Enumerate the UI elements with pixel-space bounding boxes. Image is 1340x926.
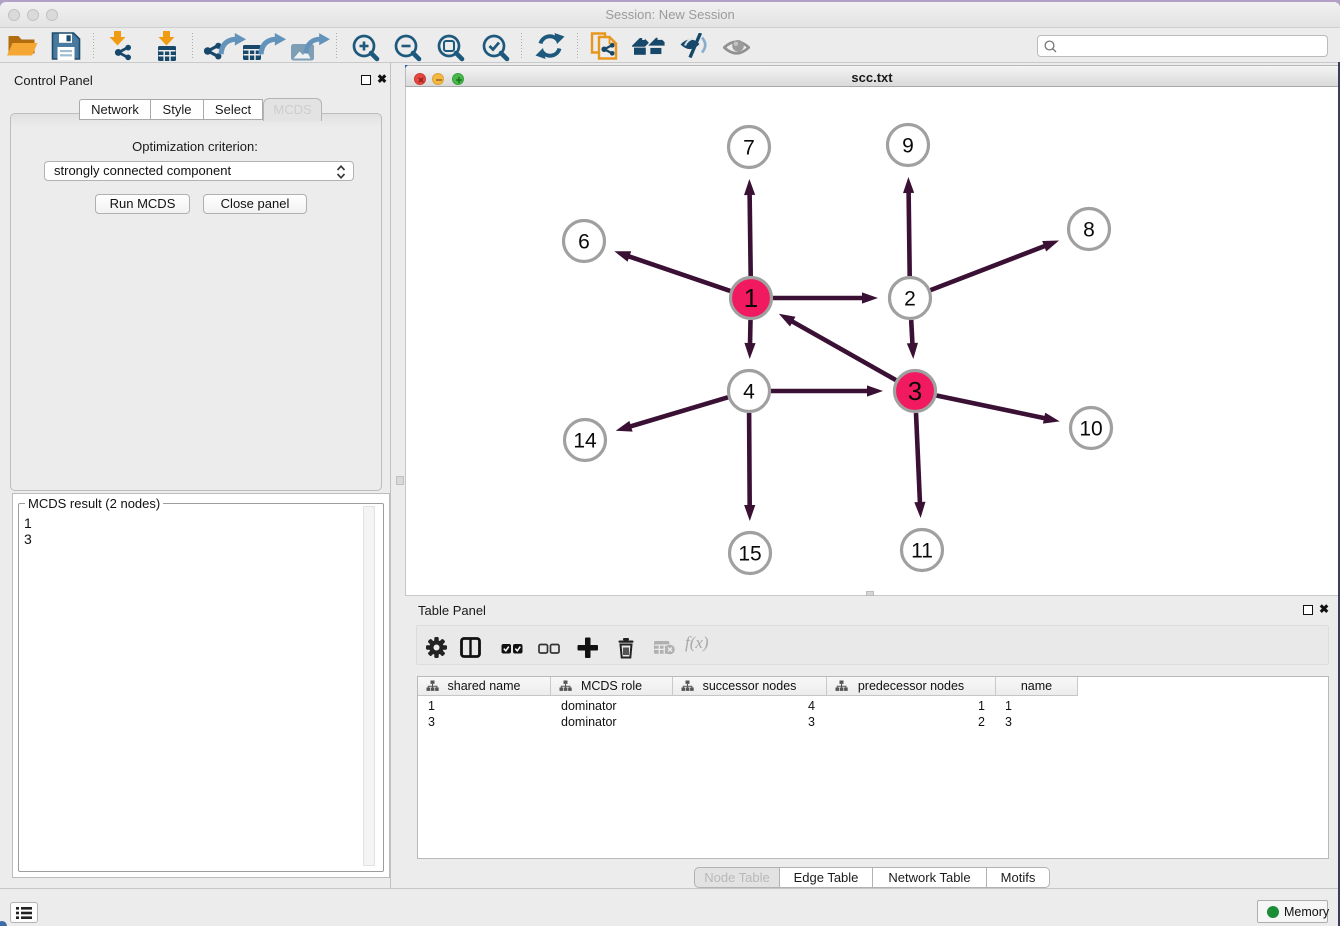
svg-text:4: 4 (743, 381, 755, 404)
svg-text:3: 3 (908, 376, 922, 406)
svg-text:6: 6 (578, 231, 590, 254)
svg-text:8: 8 (1083, 219, 1095, 242)
svg-text:1: 1 (744, 283, 758, 313)
svg-text:10: 10 (1079, 418, 1102, 441)
svg-text:14: 14 (573, 430, 597, 453)
svg-text:15: 15 (738, 543, 761, 566)
svg-text:11: 11 (911, 540, 933, 563)
svg-text:9: 9 (902, 135, 914, 158)
svg-text:2: 2 (904, 288, 916, 311)
svg-text:7: 7 (743, 137, 755, 160)
